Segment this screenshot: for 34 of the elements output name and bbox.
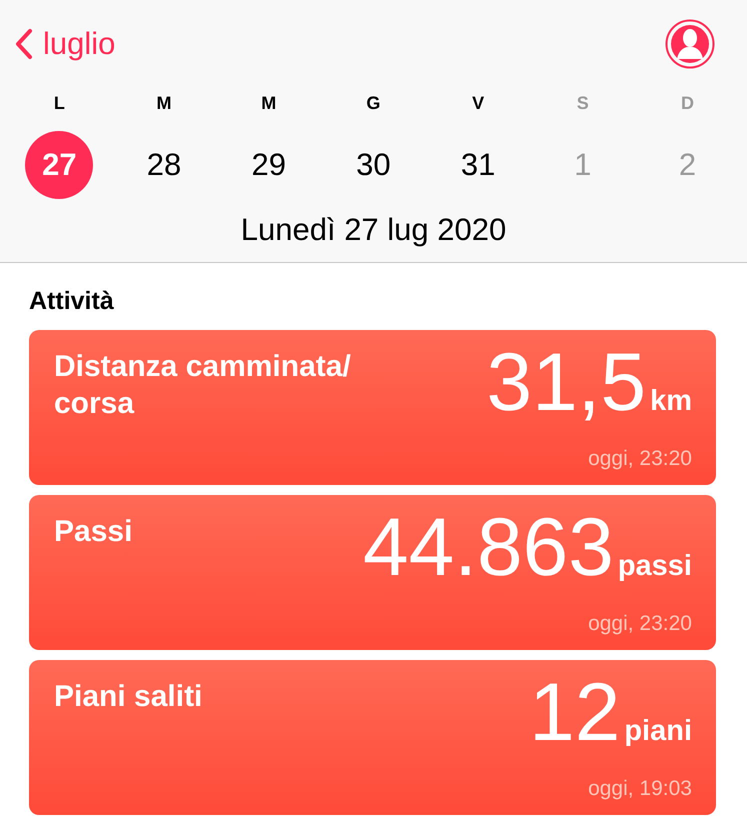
- back-link[interactable]: luglio: [15, 26, 116, 62]
- date-label: Lunedì 27 lug 2020: [240, 212, 508, 248]
- card-title: Distanza camminata/ corsa: [54, 349, 351, 422]
- weekday-label: V: [471, 92, 486, 114]
- weekday-label: M: [156, 92, 173, 114]
- chevron-left-icon: [15, 28, 33, 60]
- metric-value: 44.863: [363, 503, 614, 593]
- weekday-label: L: [52, 92, 66, 114]
- metric-unit: km: [650, 385, 692, 418]
- activity-card[interactable]: Passi 44.863 passi oggi, 23:20: [29, 495, 716, 650]
- day-button[interactable]: 27: [25, 131, 94, 199]
- activity-card[interactable]: Distanza camminata/ corsa 31,5 km oggi, 23:20: [29, 330, 716, 485]
- metric-unit: piani: [624, 715, 692, 748]
- card-title: Passi: [54, 514, 132, 550]
- metric-value: 12: [529, 668, 620, 758]
- section-title: Attività: [29, 287, 115, 316]
- profile-icon[interactable]: [665, 19, 715, 69]
- day-button[interactable]: 28: [130, 131, 198, 199]
- day-button[interactable]: 30: [339, 131, 408, 199]
- weekday-label: G: [365, 92, 382, 114]
- timestamp: oggi, 19:03: [588, 777, 692, 801]
- day-button[interactable]: 2: [653, 131, 722, 199]
- activity-card[interactable]: Piani saliti 12 piani oggi, 19:03: [29, 660, 716, 815]
- timestamp: oggi, 23:20: [588, 612, 692, 636]
- metric-unit: passi: [618, 550, 692, 583]
- day-button[interactable]: 29: [234, 131, 303, 199]
- day-button[interactable]: 1: [548, 131, 617, 199]
- card-title: Piani saliti: [54, 679, 202, 715]
- metric-value: 31,5: [486, 338, 646, 428]
- weekday-label: S: [576, 92, 590, 114]
- day-button[interactable]: 31: [444, 131, 512, 199]
- timestamp: oggi, 23:20: [588, 447, 692, 471]
- weekday-label: D: [680, 92, 695, 114]
- weekday-label: M: [260, 92, 278, 114]
